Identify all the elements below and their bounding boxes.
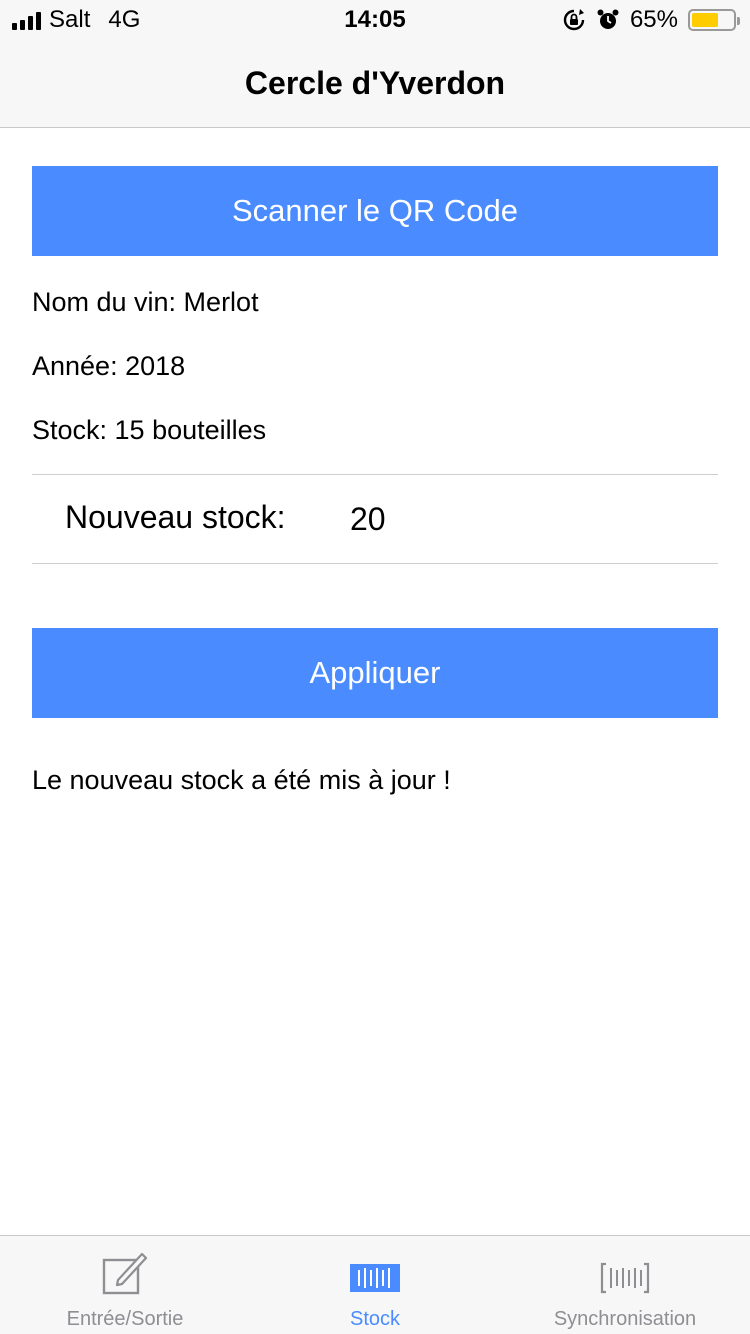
alarm-icon	[596, 8, 620, 32]
year-label: Année: 2018	[32, 351, 186, 381]
result-message: Le nouveau stock a été mis à jour !	[32, 765, 451, 795]
divider-bottom	[32, 563, 718, 564]
status-bar: Salt 4G 14:05 65%	[0, 0, 750, 40]
barcode-sync-icon	[600, 1250, 650, 1299]
status-right: 65%	[562, 6, 740, 34]
page-title: Cercle d'Yverdon	[244, 65, 506, 101]
tab-bar: Entrée/Sortie Stock Synchronisation	[0, 1235, 750, 1334]
wine-name-label: Nom du vin: Merlot	[32, 287, 259, 317]
battery-percent: 65%	[629, 6, 678, 33]
tab-entree-sortie[interactable]: Entrée/Sortie	[0, 1236, 250, 1334]
stock-label: Stock: 15 bouteilles	[32, 415, 267, 445]
navigation-bar: Cercle d'Yverdon	[0, 40, 750, 128]
rotation-lock-icon	[562, 8, 586, 32]
divider-top	[32, 474, 718, 475]
app-screen: Salt 4G 14:05 65% Cercle d'Yverdon Scann…	[0, 0, 750, 1334]
tab-label-synchronisation: Synchronisation	[553, 1308, 697, 1330]
apply-button[interactable]: Appliquer	[32, 628, 718, 718]
battery-icon	[688, 9, 740, 31]
scan-qr-button[interactable]: Scanner le QR Code	[32, 166, 718, 256]
tab-stock[interactable]: Stock	[250, 1236, 500, 1334]
barcode-icon	[350, 1250, 400, 1299]
tab-label-entree-sortie: Entrée/Sortie	[66, 1308, 184, 1330]
new-stock-label: Nouveau stock:	[65, 499, 286, 535]
tab-label-stock: Stock	[349, 1308, 401, 1330]
battery-level-fill	[692, 13, 718, 27]
new-stock-input[interactable]	[350, 496, 680, 542]
compose-icon	[100, 1250, 150, 1301]
tab-synchronisation[interactable]: Synchronisation	[500, 1236, 750, 1334]
